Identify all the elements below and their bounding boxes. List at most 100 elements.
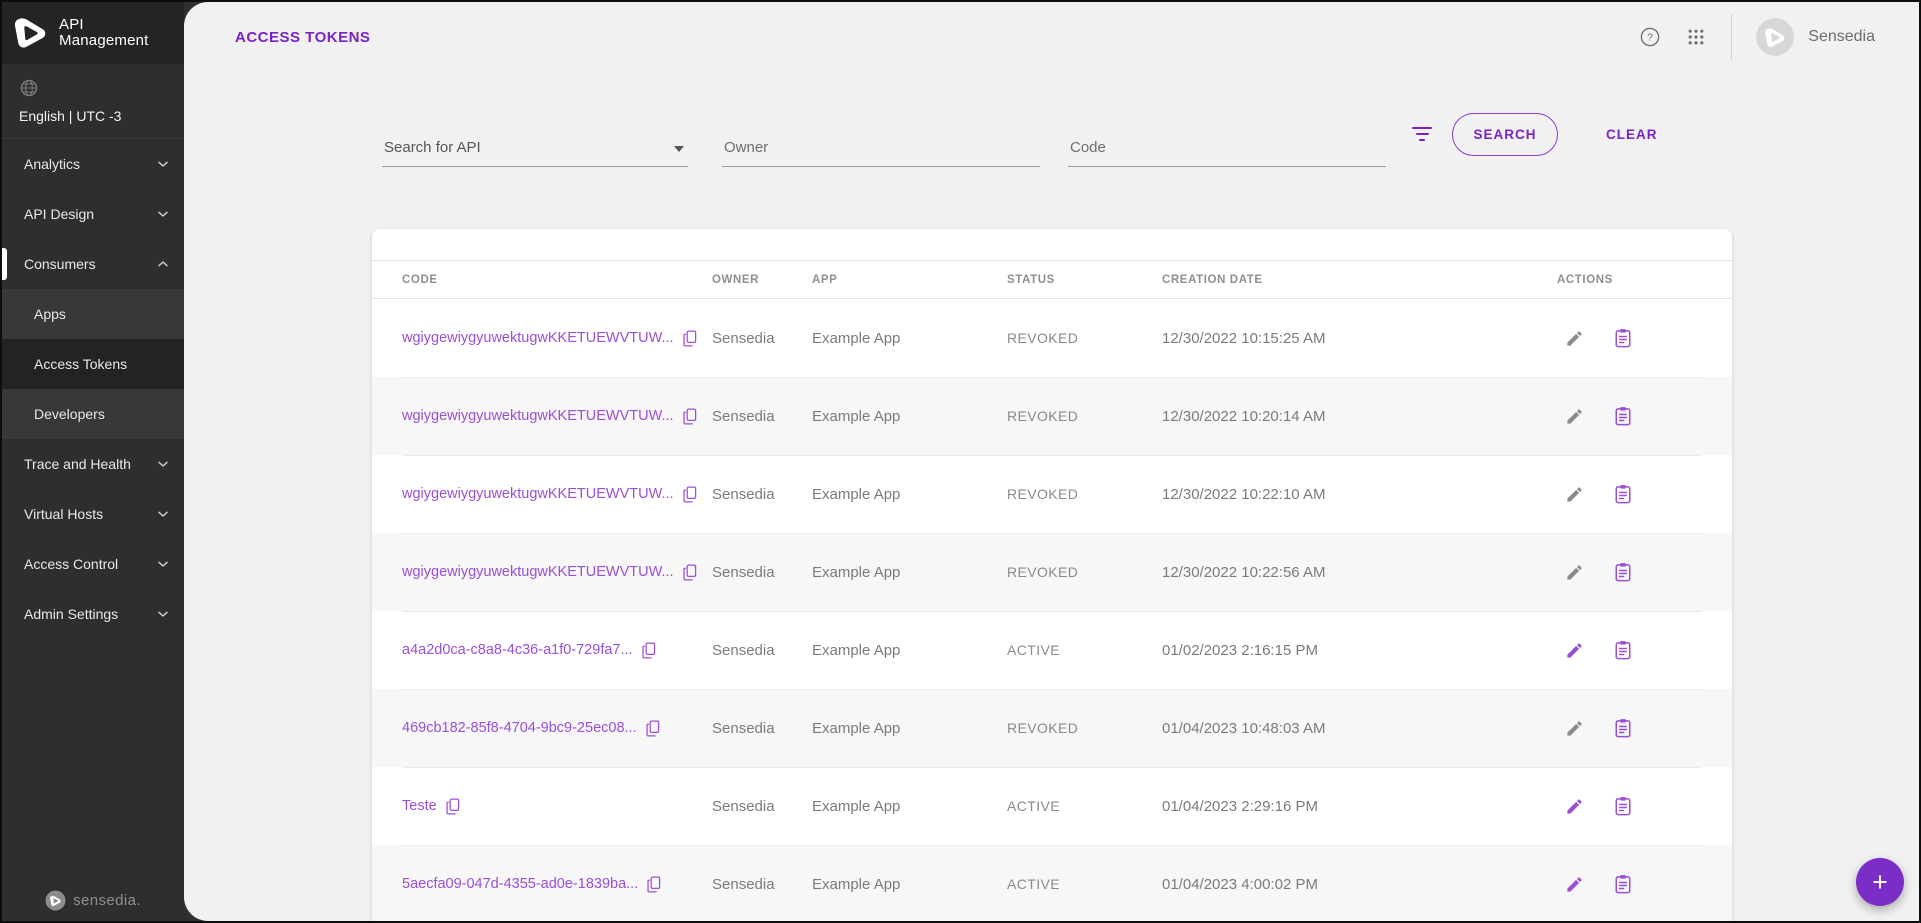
user-name[interactable]: Sensedia: [1808, 28, 1875, 46]
clipboard-icon[interactable]: [1614, 484, 1632, 504]
copy-icon[interactable]: [683, 408, 697, 425]
creation-date-cell: 12/30/2022 10:15:25 AM: [1162, 330, 1557, 347]
chevron-up-icon: [155, 256, 171, 272]
sidebar-item-label: Trace and Health: [24, 456, 131, 472]
sidebar-item-label: Admin Settings: [24, 606, 118, 622]
owner-input[interactable]: Owner: [722, 115, 1040, 167]
edit-pencil-icon[interactable]: [1565, 407, 1584, 426]
topbar-actions: ? Sensedia: [1639, 14, 1919, 60]
clear-button[interactable]: CLEAR: [1592, 113, 1672, 156]
row-actions: [1557, 874, 1702, 894]
chevron-down-icon: [674, 146, 684, 152]
edit-pencil-icon[interactable]: [1565, 797, 1584, 816]
chevron-down-icon: [155, 606, 171, 622]
sidebar-item-label: Virtual Hosts: [24, 506, 103, 522]
status-cell: REVOKED: [1007, 720, 1162, 736]
sidebar-item-admin-settings[interactable]: Admin Settings: [2, 589, 184, 639]
sidebar-item-access-control[interactable]: Access Control: [2, 539, 184, 589]
apps-grid-icon[interactable]: [1685, 26, 1707, 48]
chevron-down-icon: [155, 556, 171, 572]
creation-date-cell: 12/30/2022 10:22:56 AM: [1162, 564, 1557, 581]
table-body: wgiygewiygyuwektugwKKETUEWVTUW...Sensedi…: [372, 299, 1732, 923]
row-actions: [1557, 796, 1702, 816]
copy-icon[interactable]: [446, 798, 460, 815]
copy-icon[interactable]: [683, 486, 697, 503]
clipboard-icon[interactable]: [1614, 796, 1632, 816]
token-code-cell: 5aecfa09-047d-4355-ad0e-1839ba...: [402, 876, 712, 893]
sensedia-footer-icon: [45, 890, 66, 911]
edit-pencil-icon[interactable]: [1565, 485, 1584, 504]
column-header-status: STATUS: [1007, 274, 1162, 286]
sidebar-item-access-tokens[interactable]: Access Tokens: [2, 339, 184, 389]
help-icon[interactable]: ?: [1639, 26, 1661, 48]
copy-icon[interactable]: [683, 564, 697, 581]
page-title: ACCESS TOKENS: [235, 29, 370, 46]
svg-text:?: ?: [1647, 33, 1653, 44]
api-select[interactable]: Search for API: [382, 115, 688, 167]
copy-icon[interactable]: [642, 642, 656, 659]
token-code-text: Teste: [402, 798, 437, 814]
avatar[interactable]: [1756, 18, 1794, 56]
sidebar-item-apps[interactable]: Apps: [2, 289, 184, 339]
copy-icon[interactable]: [646, 720, 660, 737]
edit-pencil-icon[interactable]: [1565, 329, 1584, 348]
chevron-down-icon: [155, 206, 171, 222]
search-button[interactable]: SEARCH: [1452, 113, 1558, 156]
table-row: wgiygewiygyuwektugwKKETUEWVTUW...Sensedi…: [372, 533, 1732, 611]
sidebar-item-virtual-hosts[interactable]: Virtual Hosts: [2, 489, 184, 539]
code-input[interactable]: Code: [1068, 115, 1386, 167]
clipboard-icon[interactable]: [1614, 406, 1632, 426]
sidebar-item-developers[interactable]: Developers: [2, 389, 184, 439]
app-cell: Example App: [812, 564, 1007, 581]
token-code-cell: wgiygewiygyuwektugwKKETUEWVTUW...: [402, 564, 712, 581]
owner-cell: Sensedia: [712, 642, 812, 659]
sidebar-item-label: API Design: [24, 206, 94, 222]
filter-icon[interactable]: [1412, 127, 1432, 145]
table-header-row: CODEOWNERAPPSTATUSCREATION DATEACTIONS: [372, 260, 1732, 299]
sidebar-item-analytics[interactable]: Analytics: [2, 139, 184, 189]
token-code-cell: a4a2d0ca-c8a8-4c36-a1f0-729fa7...: [402, 642, 712, 659]
copy-icon[interactable]: [647, 876, 661, 893]
clipboard-icon[interactable]: [1614, 874, 1632, 894]
column-header-creation-date: CREATION DATE: [1162, 274, 1557, 286]
token-code-text: a4a2d0ca-c8a8-4c36-a1f0-729fa7...: [402, 642, 633, 658]
table-row: TesteSensediaExample AppACTIVE01/04/2023…: [372, 767, 1732, 845]
edit-pencil-icon[interactable]: [1565, 641, 1584, 660]
sidebar-item-api-design[interactable]: API Design: [2, 189, 184, 239]
owner-cell: Sensedia: [712, 876, 812, 893]
topbar-divider: [1731, 14, 1732, 60]
token-code-cell: wgiygewiygyuwektugwKKETUEWVTUW...: [402, 486, 712, 503]
edit-pencil-icon[interactable]: [1565, 875, 1584, 894]
add-token-button[interactable]: +: [1856, 858, 1904, 906]
topbar: ACCESS TOKENS ?: [184, 2, 1919, 72]
sidebar-item-label: Access Tokens: [34, 356, 127, 372]
edit-pencil-icon[interactable]: [1565, 563, 1584, 582]
clipboard-icon[interactable]: [1614, 328, 1632, 348]
status-cell: ACTIVE: [1007, 876, 1162, 892]
clipboard-icon[interactable]: [1614, 718, 1632, 738]
table-row: wgiygewiygyuwektugwKKETUEWVTUW...Sensedi…: [372, 377, 1732, 455]
status-cell: REVOKED: [1007, 330, 1162, 346]
status-cell: REVOKED: [1007, 408, 1162, 424]
app-cell: Example App: [812, 408, 1007, 425]
sidebar-item-trace-and-health[interactable]: Trace and Health: [2, 439, 184, 489]
row-actions: [1557, 562, 1702, 582]
chevron-down-icon: [155, 456, 171, 472]
clipboard-icon[interactable]: [1614, 640, 1632, 660]
code-input-placeholder: Code: [1070, 139, 1106, 156]
owner-cell: Sensedia: [712, 486, 812, 503]
main-content: ACCESS TOKENS ?: [184, 2, 1919, 921]
owner-input-placeholder: Owner: [724, 139, 768, 156]
clipboard-icon[interactable]: [1614, 562, 1632, 582]
table-row: wgiygewiygyuwektugwKKETUEWVTUW...Sensedi…: [372, 299, 1732, 377]
tokens-table-card: CODEOWNERAPPSTATUSCREATION DATEACTIONS w…: [372, 229, 1732, 923]
chevron-down-icon: [155, 506, 171, 522]
table-row: 469cb182-85f8-4704-9bc9-25ec08...Sensedi…: [372, 689, 1732, 767]
copy-icon[interactable]: [683, 330, 697, 347]
token-code-cell: wgiygewiygyuwektugwKKETUEWVTUW...: [402, 408, 712, 425]
locale-label: English | UTC -3: [19, 108, 184, 124]
owner-cell: Sensedia: [712, 720, 812, 737]
edit-pencil-icon[interactable]: [1565, 719, 1584, 738]
sidebar-item-consumers[interactable]: Consumers: [2, 239, 184, 289]
locale-selector[interactable]: English | UTC -3: [2, 64, 184, 139]
